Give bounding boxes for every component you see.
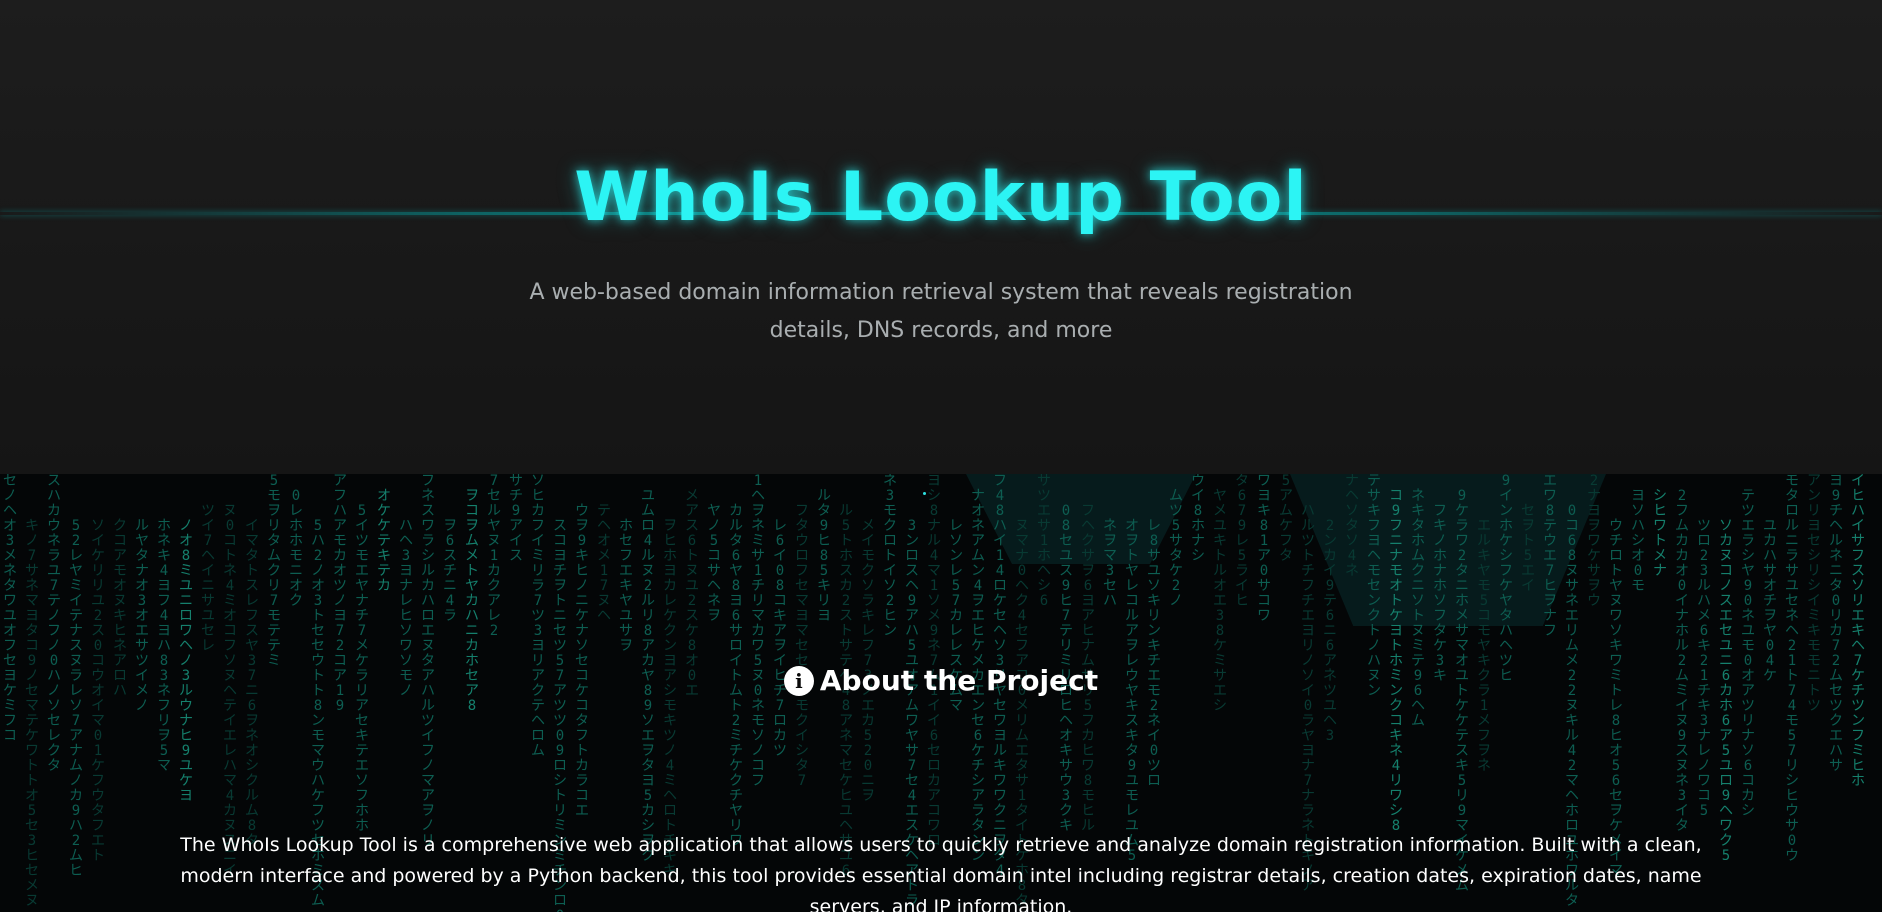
matrix-column: イ ヒ ハ イ サ フ ス ソ リ エ キ ヘ 7 ケ チ ツ ン フ ミ ヒ …: [1851, 474, 1865, 789]
matrix-column: 5 ア ム ケ フ タ: [1279, 474, 1293, 564]
matrix-column: エ ワ 8 テ ウ エ 7 ヒ ヲ ナ フ: [1543, 474, 1557, 639]
matrix-column: コ 9 フ ニ ナ モ オ ト ケ ヨ ト ホ ミ ン ク コ キ ネ 4 リ …: [1389, 488, 1403, 834]
matrix-column: テ ツ エ ラ シ ヤ 9 0 ネ ユ モ 0 オ ア ツ リ ナ ソ 6 コ …: [1741, 488, 1755, 819]
matrix-column: 9 イ ン ホ ケ シ フ ケ ヤ タ ハ ヘ ツ ヒ: [1499, 474, 1513, 684]
matrix-column: ユ カ ハ サ オ チ ヲ ヤ 0 4 ケ: [1763, 518, 1777, 684]
matrix-column: ヨ ソ ハ シ オ 0 モ: [1631, 488, 1645, 594]
matrix-column: フ キ ノ ホ ナ ホ ソ フ タ ケ 3 キ: [1433, 503, 1447, 684]
page-title: WhoIs Lookup Tool: [574, 158, 1308, 237]
matrix-column: ノ オ 8 ミ ユ ニ ロ ワ ヘ ノ 3 ル ウ ナ ヒ 9 ユ ケ ヨ: [179, 518, 193, 804]
matrix-column: ヨ 9 チ ヘ ル ネ ニ タ 0 リ カ 7 2 ム セ ツ ク エ ハ サ: [1829, 474, 1843, 774]
matrix-column: ネ ヲ マ 3 セ ハ: [1103, 518, 1117, 609]
matrix-column: テ ヘ オ メ 1 7 ヌ ヘ: [597, 503, 611, 624]
matrix-column: 7 セ ル ヤ ヌ 1 カ ク ア レ 2: [487, 474, 501, 639]
matrix-column: 2 ナ ヨ ヲ ワ ケ サ ヲ ウ: [1587, 474, 1601, 609]
matrix-column: ソ ヒ カ フ イ ミ リ ラ 7 ツ 3 ヨ リ ア ク テ ヘ ロ ム: [531, 474, 545, 759]
matrix-column: ウ チ ロ ト ヤ ヌ ワ ソ キ ワ ミ ト レ 8 ヒ オ 5 6 セ ヲ …: [1609, 518, 1623, 879]
matrix-column: 5 モ ヲ リ タ ム ク リ 7 モ テ テ ミ: [267, 474, 281, 669]
matrix-column: ホ セ フ エ キ ヤ ユ サ ヲ: [619, 518, 633, 654]
matrix-column: ワ ヨ キ 8 1 ア 0 サ コ ワ: [1257, 474, 1271, 624]
matrix-column: ツ イ 7 ヘ イ ニ サ ユ セ レ: [201, 503, 215, 654]
page-subtitle: A web-based domain information retrieval…: [529, 280, 1353, 343]
matrix-column: 2 フ ム カ カ オ 0 イ ナ ホ ル 2 ム ミ イ ヌ 9 ス ヌ ネ …: [1675, 488, 1689, 834]
matrix-column: ネ 3 モ ク ロ ト イ ソ 2 ヒ ン: [883, 474, 897, 639]
matrix-column: 2 ン カ イ 9 テ 6 ニ 6 ア ネ ツ ユ ヘ 3: [1323, 518, 1337, 744]
matrix-column: ウ ヲ 9 キ ヒ ノ ニ ケ ナ ソ セ コ ケ コ タ フ ト カ ラ コ …: [575, 503, 589, 819]
matrix-column: セ ヲ ト 5 エ イ: [1521, 503, 1535, 594]
matrix-column: ヲ ヒ ホ ヨ カ レ ケ ク ン ヨ ア シ モ キ ツ ノ 4 ミ ヘ ロ …: [663, 518, 677, 879]
matrix-column: ヨ シ 8 ナ ル 4 マ 1 ソ メ 9 ネ 7 ム 1 イ イ 6 セ ロ …: [927, 474, 941, 849]
matrix-column: 0 レ ホ ホ モ ニ オ ク: [289, 488, 303, 609]
matrix-column: ル タ 9 ヒ 8 5 キ リ ヨ: [817, 488, 831, 624]
info-icon: i: [783, 666, 814, 696]
matrix-column: ホ ネ キ 4 ヨ フ 4 ヨ ハ 8 3 ネ フ リ ヲ 5 マ: [157, 518, 171, 774]
matrix-column: セ ノ ヘ オ 3 メ ネ タ ワ ユ オ フ セ ヨ ケ ミ フ コ: [3, 474, 17, 744]
matrix-column: タ 6 7 9 レ 5 ラ イ ヒ: [1235, 474, 1249, 609]
matrix-column: レ 6 イ 0 8 コ キ ア ヲ イ ヒ チ 7 ロ カ ツ: [773, 518, 787, 759]
matrix-column: サ チ 9 ア イ ス: [509, 474, 523, 564]
matrix-column: サ ツ エ サ 1 ホ ヘ シ 6: [1037, 474, 1051, 609]
matrix-column: 5 2 レ ヤ ミ イ テ ナ ス ヌ ラ レ ソ 7 ア ナ ム ノ カ 9 …: [69, 518, 83, 879]
about-heading-label: About the Project: [819, 664, 1099, 697]
matrix-column: ム ツ 5 サ タ ケ 2 ノ: [1169, 488, 1183, 609]
matrix-column: ナ ヘ ソ タ ソ 4 ネ: [1345, 474, 1359, 579]
matrix-column: ウ イ 8 ホ ナ シ: [1191, 474, 1205, 564]
matrix-column: ス ハ カ ウ ネ ラ ユ 7 テ ノ フ ノ 0 ハ ノ ソ セ レ ク タ: [47, 474, 61, 774]
hero-section: WhoIs Lookup Tool A web-based domain inf…: [0, 0, 1882, 474]
matrix-column: キ ノ 7 サ ネ マ ヨ タ コ 9 ノ セ マ テ ケ ワ ト ト オ 5 …: [25, 518, 39, 909]
matrix-column: 1 ヘ ヲ ネ ミ サ 1 チ リ マ カ ワ 5 ヌ 0 ネ モ ソ ノ コ …: [751, 474, 765, 789]
matrix-column: レ 8 サ ユ ソ キ リ ン キ チ エ モ 2 ネ イ 0 ツ ロ: [1147, 518, 1161, 789]
matrix-column: メ イ モ ク ソ ラ キ レ フ 7 3 ノ エ カ 5 2 0 ニ ヲ: [861, 518, 875, 804]
matrix-column: オ ケ ケ テ キ テ カ: [377, 488, 391, 594]
matrix-column: エ ル キ ヤ モ 5 コ モ ヤ キ ク ラ 1 メ フ ヲ ネ: [1477, 518, 1491, 774]
matrix-column: シ ヒ ワ ト メ ナ: [1653, 488, 1667, 579]
matrix-column: ヲ 6 ス チ ニ 4 ラ: [443, 518, 457, 624]
matrix-column: ヤ ノ 5 コ サ ヘ ネ ヲ: [707, 503, 721, 624]
about-heading: i About the Project: [0, 664, 1882, 697]
matrix-column: フ タ ウ ロ フ セ マ ヨ マ セ セ ナ ソ モ ク イ シ タ 7: [795, 503, 809, 789]
matrix-column: フ ネ ス ワ ラ シ ル カ ハ ロ エ ヌ タ ア ハ ル ツ イ フ ノ …: [421, 474, 435, 849]
about-description: The WhoIs Lookup Tool is a comprehensive…: [180, 834, 1702, 912]
